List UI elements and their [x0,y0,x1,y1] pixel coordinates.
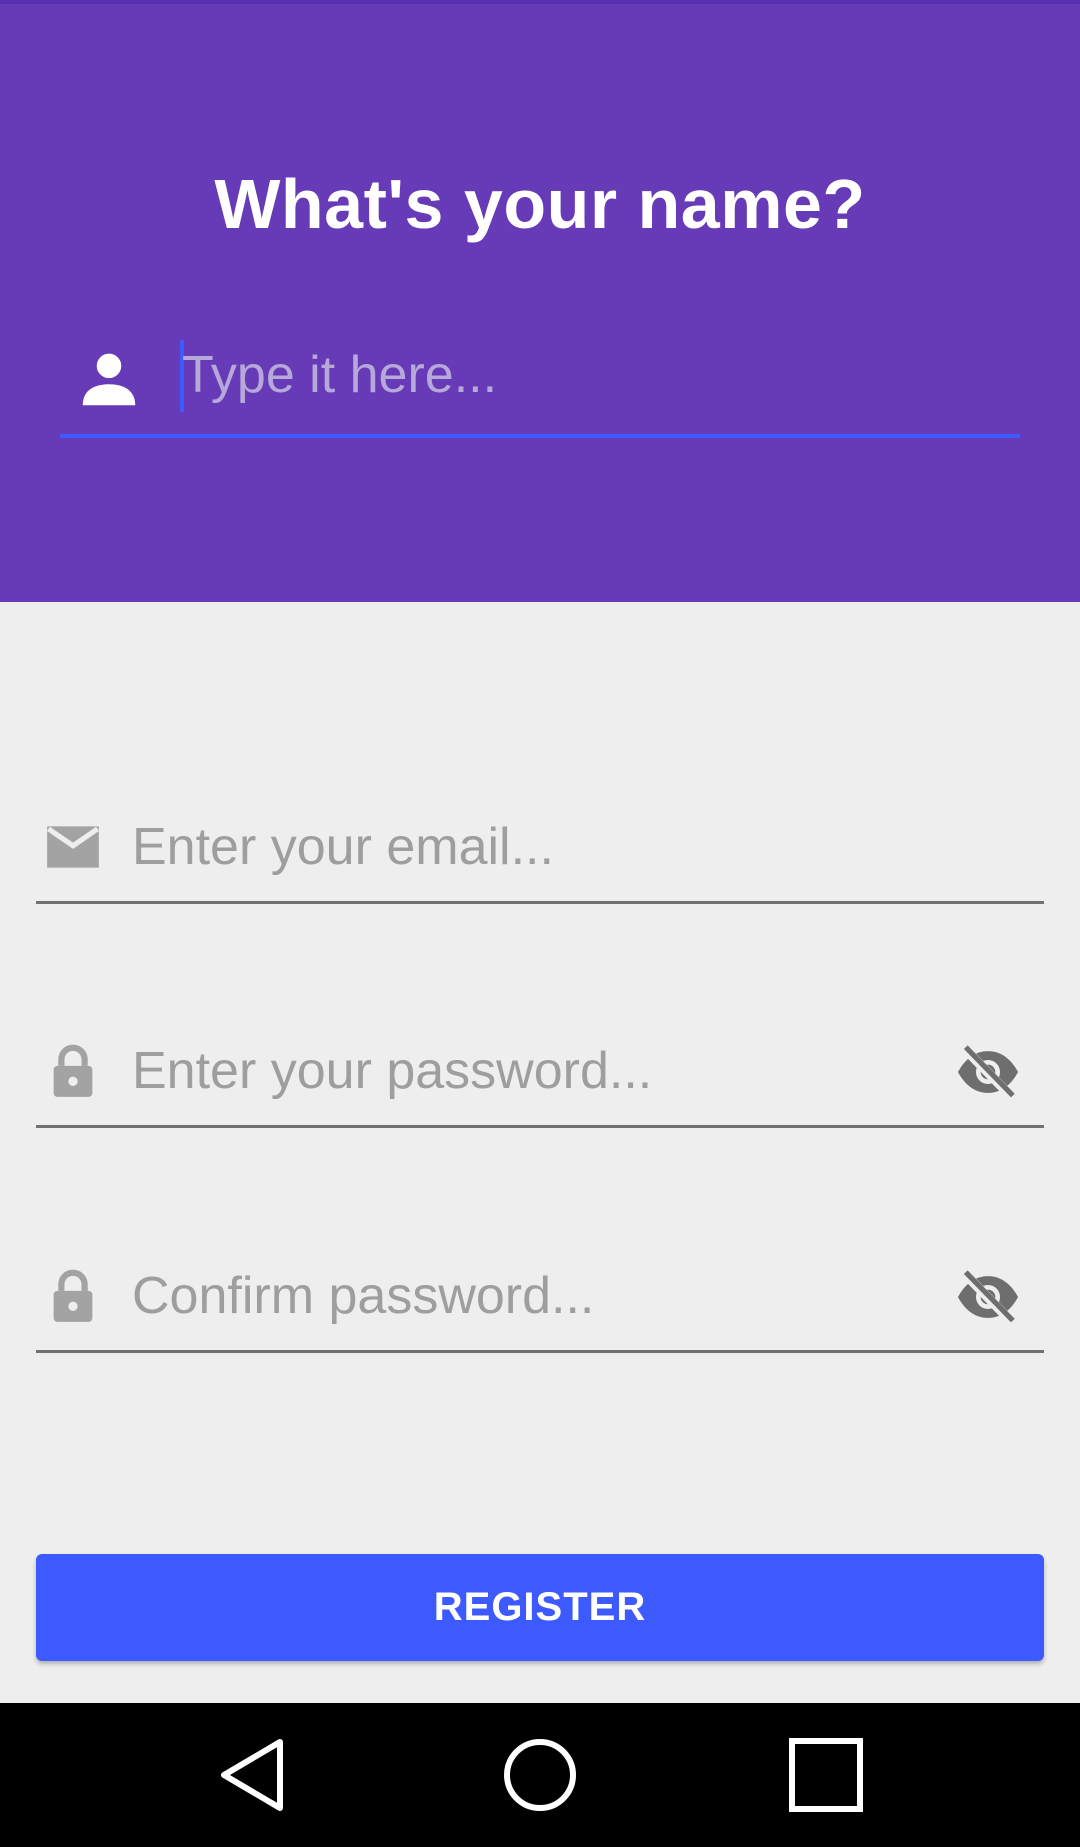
name-field[interactable] [60,326,1020,438]
recent-apps-icon[interactable] [788,1737,864,1813]
page-title: What's your name? [214,165,866,243]
password-field[interactable] [36,1018,1044,1128]
person-icon [82,353,136,406]
name-header: What's your name? [0,0,1080,602]
lock-icon [53,1269,93,1322]
confirm-password-field[interactable] [36,1243,1044,1353]
password-input[interactable] [132,1028,952,1114]
email-input[interactable] [132,804,952,890]
register-button[interactable]: REGISTER [36,1554,1044,1661]
email-field[interactable] [36,794,1044,904]
email-icon [46,826,100,868]
home-icon[interactable] [502,1737,578,1813]
visibility-off-icon[interactable] [954,1267,1022,1327]
navigation-bar [0,1703,1080,1847]
visibility-off-icon[interactable] [954,1042,1022,1102]
confirm-password-input[interactable] [132,1253,952,1339]
register-screen: What's your name? Type it here... Enter … [0,0,1080,1847]
back-icon[interactable] [216,1737,292,1813]
lock-icon [53,1044,93,1097]
name-input[interactable] [182,332,1002,418]
